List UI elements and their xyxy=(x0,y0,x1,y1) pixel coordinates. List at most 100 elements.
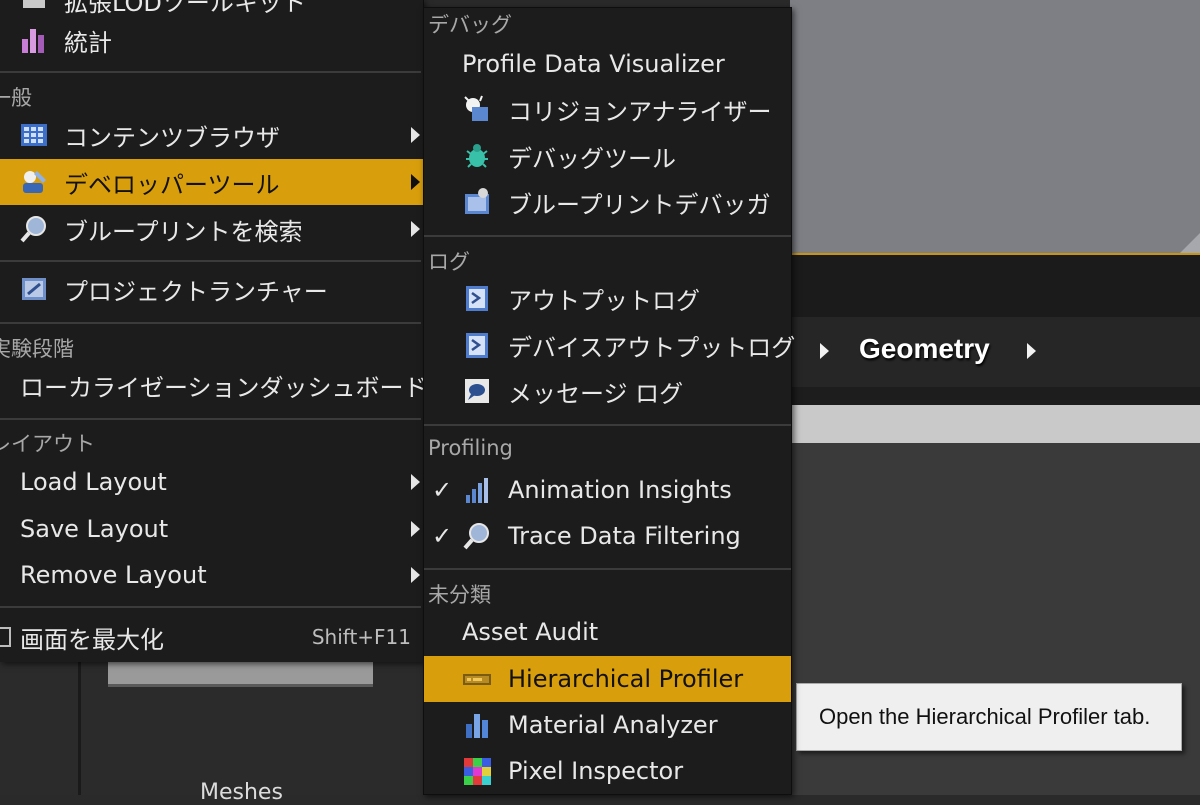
divider xyxy=(78,662,81,795)
menu-item-find-blueprint[interactable]: ブループリントを検索 xyxy=(0,206,423,252)
separator xyxy=(0,322,421,324)
bar-chart-icon xyxy=(462,475,492,505)
section-debug: デバッグ xyxy=(428,13,512,37)
menu-item-profile-data-visualizer[interactable]: Profile Data Visualizer xyxy=(424,41,791,87)
separator xyxy=(0,606,421,608)
device-output-log-icon xyxy=(462,330,492,360)
menu-item-device-output-log[interactable]: デバイスアウトプットログ xyxy=(424,322,795,368)
menu-item-output-log[interactable]: アウトプットログ xyxy=(424,275,791,321)
menu-item-project-launcher[interactable]: プロジェクトランチャー xyxy=(0,266,423,312)
menu-item-label: 画面を最大化 xyxy=(20,625,164,654)
menu-item-label: Save Layout xyxy=(20,515,169,543)
project-launcher-icon xyxy=(19,274,49,304)
separator xyxy=(424,568,791,570)
window-menu: 拡張LODツールキット 統計 一般 コンテンツブラウザ デベロッパーツール ブル… xyxy=(0,0,428,662)
output-log-icon xyxy=(462,283,492,313)
chevron-right-icon xyxy=(411,174,420,190)
menu-item-label: デバッグツール xyxy=(508,144,676,173)
developer-tools-icon xyxy=(19,167,49,197)
menu-item-material-analyzer[interactable]: Material Analyzer xyxy=(424,702,791,748)
menu-item-remove-layout[interactable]: Remove Layout xyxy=(0,552,423,598)
menu-item-message-log[interactable]: メッセージ ログ xyxy=(424,368,791,414)
menu-item-label: Hierarchical Profiler xyxy=(508,665,744,693)
content-browser-area: Meshes xyxy=(0,662,423,805)
menu-item-label: ローカライゼーションダッシュボード xyxy=(20,373,428,402)
menu-item-maximize[interactable]: 画面を最大化 Shift+F11 xyxy=(0,614,423,660)
menu-item-blueprint-debugger[interactable]: ブループリントデバッガ xyxy=(424,179,791,225)
material-analyzer-icon xyxy=(462,710,492,740)
menu-item-label: ブループリントデバッガ xyxy=(508,190,771,219)
menu-item-trace-data-filtering[interactable]: ✓ Trace Data Filtering xyxy=(424,513,791,559)
chevron-right-icon[interactable] xyxy=(1027,343,1036,359)
menu-item-developer-tools[interactable]: デベロッパーツール xyxy=(0,159,423,205)
menu-item-localization-dashboard[interactable]: ローカライゼーションダッシュボード xyxy=(0,362,428,408)
menu-item-collision-analyzer[interactable]: コリジョンアナライザー xyxy=(424,86,791,132)
separator xyxy=(0,71,421,73)
section-profiling: Profiling xyxy=(428,436,513,460)
section-general: 一般 xyxy=(0,86,32,110)
developer-tools-submenu: デバッグ Profile Data Visualizer コリジョンアナライザー… xyxy=(423,7,795,795)
asset-thumbnail[interactable] xyxy=(108,662,373,687)
section-layout: レイアウト xyxy=(0,432,95,456)
profiler-icon xyxy=(462,664,492,694)
tooltip-text: Open the Hierarchical Profiler tab. xyxy=(819,704,1151,729)
menu-item-pixel-inspector[interactable]: Pixel Inspector xyxy=(424,748,791,794)
blueprint-debugger-icon xyxy=(462,187,492,217)
magnifier-icon xyxy=(462,521,492,551)
checkmark-icon: ✓ xyxy=(432,476,453,504)
menu-item-hierarchical-profiler[interactable]: Hierarchical Profiler xyxy=(424,656,791,702)
menu-item-label: Profile Data Visualizer xyxy=(462,50,725,78)
chevron-right-icon xyxy=(411,474,420,490)
menu-item-label: メッセージ ログ xyxy=(508,379,684,408)
menu-item-label: Asset Audit xyxy=(462,618,599,646)
level-viewport[interactable] xyxy=(790,0,1200,255)
menu-item-debug-tools[interactable]: デバッグツール xyxy=(424,133,791,179)
shortcut-label: Shift+F11 xyxy=(311,625,411,649)
menu-item-label: ブループリントを検索 xyxy=(64,217,303,246)
chevron-right-icon xyxy=(411,127,420,143)
menu-item-label: プロジェクトランチャー xyxy=(64,277,328,306)
menu-item-label: 統計 xyxy=(64,28,112,57)
magnifier-icon xyxy=(19,214,49,244)
checkbox-icon[interactable] xyxy=(0,622,14,652)
menu-item-label: デベロッパーツール xyxy=(64,170,280,199)
menu-item-label: デバイスアウトプットログ xyxy=(508,333,796,362)
menu-item-label: コリジョンアナライザー xyxy=(508,97,772,126)
panel-divider xyxy=(790,387,1200,405)
stats-icon xyxy=(19,25,49,55)
breadcrumb-geometry[interactable]: Geometry xyxy=(859,333,990,365)
chevron-right-icon xyxy=(411,221,420,237)
viewport-corner xyxy=(1178,233,1200,255)
search-bar[interactable] xyxy=(790,405,1200,443)
menu-item-label: アウトプットログ xyxy=(508,286,700,315)
menu-item-asset-audit[interactable]: Asset Audit xyxy=(424,609,791,655)
chevron-right-icon xyxy=(411,521,420,537)
menu-item-label: 拡張LODツールキット xyxy=(64,0,306,17)
message-log-icon xyxy=(462,376,492,406)
section-log: ログ xyxy=(428,250,470,274)
menu-item-label: Trace Data Filtering xyxy=(508,522,741,550)
chevron-right-icon[interactable] xyxy=(820,343,829,359)
folder-label-meshes[interactable]: Meshes xyxy=(200,780,283,805)
menu-item-label: Remove Layout xyxy=(20,561,207,589)
menu-item-content-browser[interactable]: コンテンツブラウザ xyxy=(0,112,423,158)
menu-item-load-layout[interactable]: Load Layout xyxy=(0,459,423,505)
menu-item-label: Animation Insights xyxy=(508,476,732,504)
separator xyxy=(424,424,791,426)
toolbar-strip xyxy=(790,255,1200,317)
menu-item-stats[interactable]: 統計 xyxy=(0,17,423,63)
section-experimental: 実験段階 xyxy=(0,337,74,361)
checkmark-icon: ✓ xyxy=(432,522,453,550)
lod-icon xyxy=(19,0,49,15)
content-browser-icon xyxy=(19,120,49,150)
menu-item-save-layout[interactable]: Save Layout xyxy=(0,506,423,552)
separator xyxy=(0,260,421,262)
section-misc: 未分類 xyxy=(428,583,491,607)
menu-item-label: コンテンツブラウザ xyxy=(64,123,280,152)
chevron-right-icon xyxy=(411,567,420,583)
separator xyxy=(0,418,421,420)
menu-item-animation-insights[interactable]: ✓ Animation Insights xyxy=(424,467,791,513)
separator xyxy=(424,235,791,237)
collision-analyzer-icon xyxy=(462,94,492,124)
tooltip: Open the Hierarchical Profiler tab. xyxy=(796,683,1182,751)
